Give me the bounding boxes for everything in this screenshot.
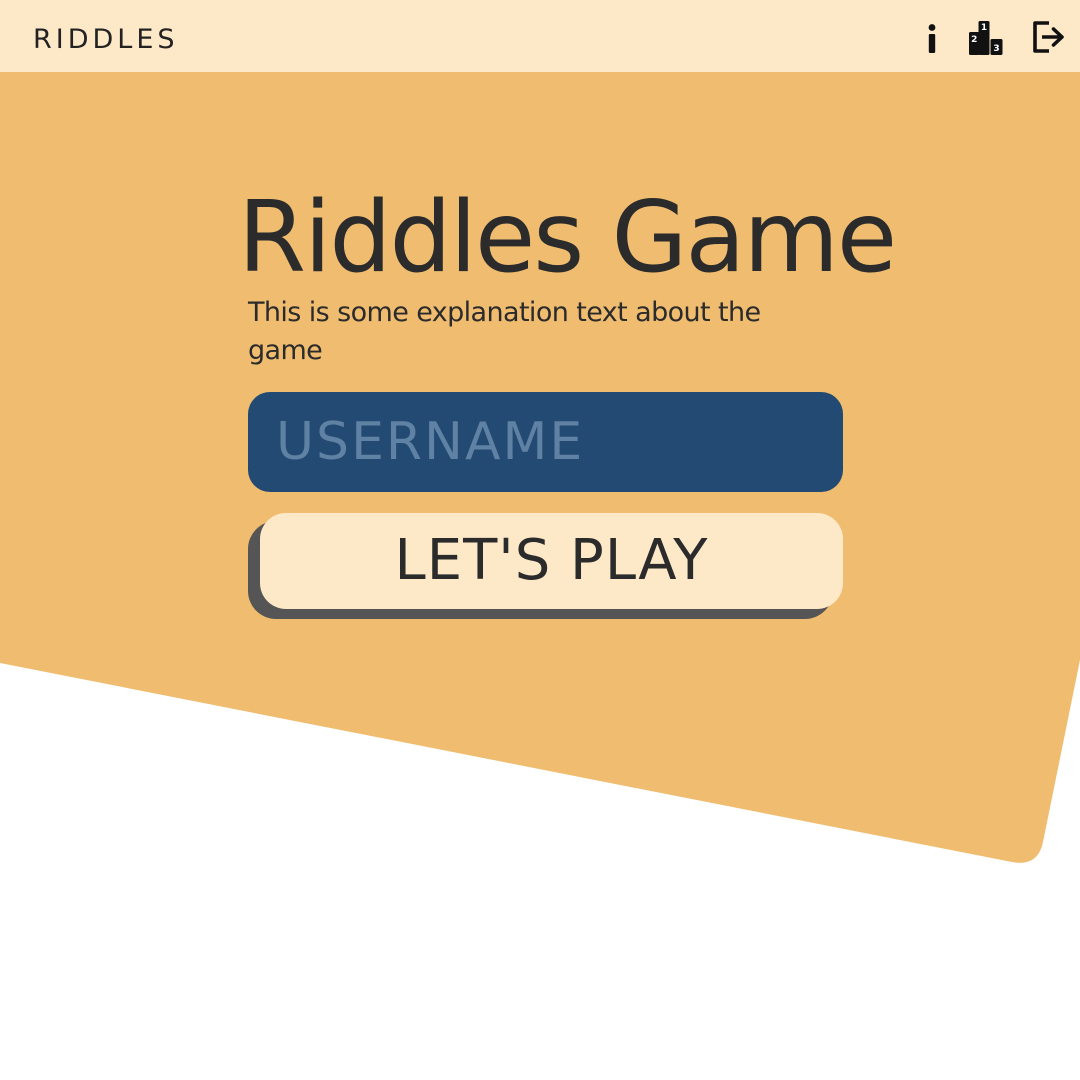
main-content: Riddles Game This is some explanation te… [0,0,1080,1080]
podium-rank-3: 3 [993,44,999,54]
top-bar: RIDDLES 1 2 3 [0,0,1080,72]
podium-rank-1: 1 [981,23,987,33]
podium-icon[interactable]: 1 2 3 [966,18,1006,56]
podium-rank-2: 2 [971,35,977,45]
app-brand: RIDDLES [33,24,179,55]
lets-play-button[interactable]: LET'S PLAY [260,513,843,609]
logout-icon[interactable] [1030,18,1068,56]
username-input[interactable] [248,392,843,492]
info-icon[interactable] [920,18,944,56]
page-description: This is some explanation text about the … [248,297,761,366]
page-title: Riddles Game [238,181,897,295]
